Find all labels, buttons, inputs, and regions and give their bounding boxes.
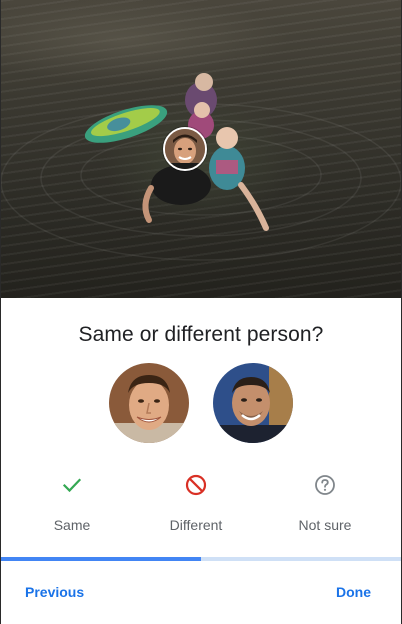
face-avatar-b — [213, 363, 293, 443]
progress-fill — [1, 557, 201, 561]
not-sure-label: Not sure — [298, 517, 352, 533]
progress-bar — [1, 557, 401, 561]
check-icon — [62, 478, 82, 493]
same-button[interactable]: Same — [17, 470, 127, 536]
not-sure-button[interactable]: Not sure — [270, 470, 380, 536]
help-circle-icon — [315, 475, 335, 495]
face-grouping-dialog: Same or different person? Same Different… — [1, 0, 401, 624]
highlighted-face — [163, 127, 207, 171]
photo-preview — [1, 0, 401, 298]
block-icon — [185, 474, 207, 496]
different-label: Different — [169, 517, 223, 533]
dialog-title: Same or different person? — [78, 323, 324, 346]
face-avatar-a — [109, 363, 189, 443]
previous-button[interactable]: Previous — [25, 584, 84, 600]
same-label: Same — [53, 517, 91, 533]
different-button[interactable]: Different — [141, 470, 251, 536]
done-button[interactable]: Done — [336, 584, 371, 600]
